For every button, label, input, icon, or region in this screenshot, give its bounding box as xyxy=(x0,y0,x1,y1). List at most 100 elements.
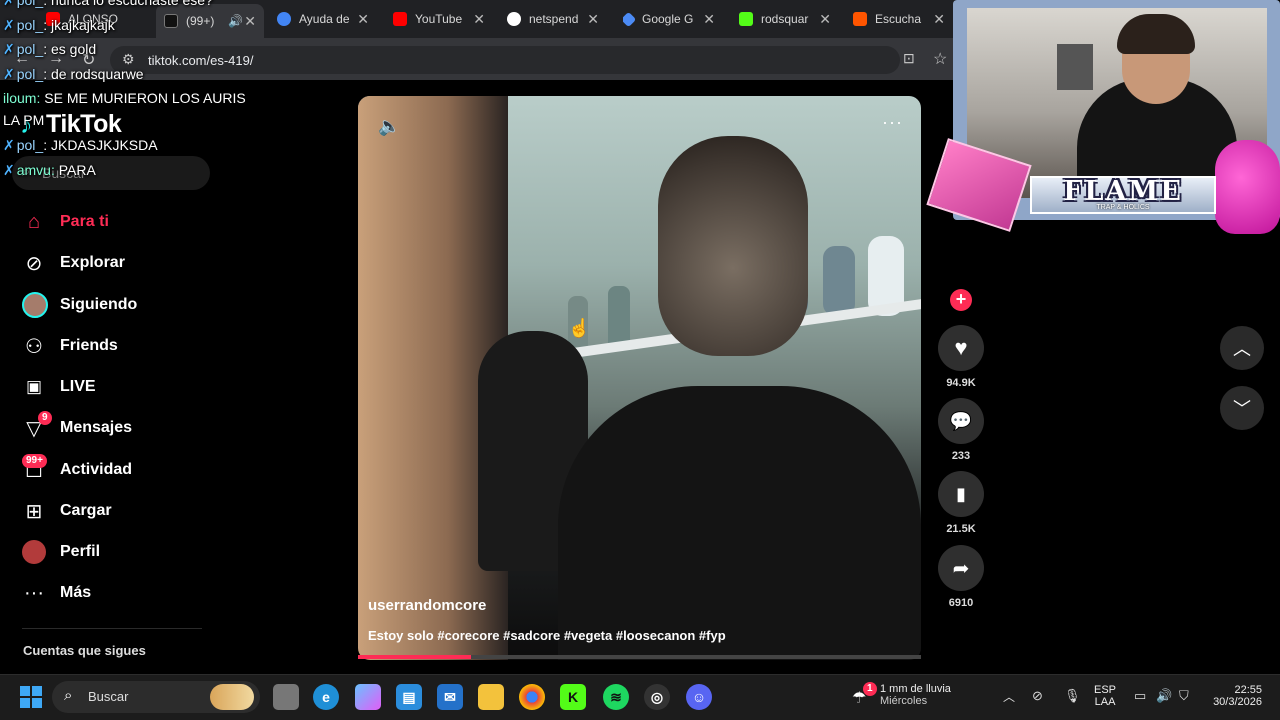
nav-live[interactable]: ▣ LIVE xyxy=(0,370,240,404)
edge-icon[interactable]: e xyxy=(313,684,339,710)
file-explorer-icon[interactable] xyxy=(478,684,504,710)
poster-image xyxy=(1057,44,1093,90)
obs-icon[interactable]: ◎ xyxy=(644,684,670,710)
chat-line: ✗ pol_: es gold xyxy=(3,41,97,57)
task-view-icon[interactable] xyxy=(273,684,299,710)
tab-youtube[interactable]: YouTube ✕ xyxy=(393,6,485,32)
bookmark-icon: ▮ xyxy=(956,483,966,504)
nav-actividad[interactable]: ☐ 99+ Actividad xyxy=(0,453,240,487)
bookmark-star-icon[interactable]: ☆ xyxy=(933,49,947,69)
close-tab-icon[interactable]: ✕ xyxy=(244,13,256,30)
copilot-icon[interactable] xyxy=(355,684,381,710)
chat-line: ✗ pol_: jkajkajkajk xyxy=(3,17,115,33)
verified-check-icon: ✗ xyxy=(3,41,15,57)
verified-check-icon: ✗ xyxy=(3,66,15,82)
nav-mensajes[interactable]: ▽ 9 Mensajes xyxy=(0,411,240,445)
close-tab-icon[interactable]: ✕ xyxy=(703,11,715,28)
previous-video-button[interactable]: ︿ xyxy=(1220,326,1264,370)
nav-para-ti[interactable]: ⌂ Para ti xyxy=(0,205,240,239)
home-icon: ⌂ xyxy=(27,210,41,233)
comment-icon: 💬 xyxy=(949,410,973,431)
messages-badge: 9 xyxy=(38,411,52,425)
soundcloud-favicon-icon xyxy=(853,12,867,26)
verified-check-icon: ✗ xyxy=(3,0,15,8)
next-video-button[interactable]: ﹀ xyxy=(1220,386,1264,430)
video-progress-fill xyxy=(358,655,471,659)
following-heading: Cuentas que sigues xyxy=(23,643,146,658)
activity-badge: 99+ xyxy=(22,454,47,468)
flame-banner: FLAME TRAP & HOLICS xyxy=(1030,176,1216,214)
battery-icon[interactable]: ⛉ xyxy=(1179,688,1189,704)
volume-icon[interactable]: 🔈 xyxy=(378,116,400,137)
chrome-icon[interactable] xyxy=(519,684,545,710)
video-progress-bar[interactable] xyxy=(358,655,921,659)
comment-button[interactable]: 💬 xyxy=(938,398,984,444)
heart-icon: ♥ xyxy=(954,335,968,360)
share-button[interactable]: ➦ xyxy=(938,545,984,591)
close-tab-icon[interactable]: ✕ xyxy=(587,11,599,28)
save-button[interactable]: ▮ xyxy=(938,471,984,517)
screen: ALONSO (99+) 🔊 ✕ Ayuda de ✕ YouTube ✕ ne… xyxy=(0,0,1280,720)
nav-mas[interactable]: ··· Más xyxy=(0,576,240,610)
chevron-down-icon: ﹀ xyxy=(1233,399,1251,419)
language-indicator[interactable]: ESP LAA xyxy=(1094,684,1116,708)
windows-start-icon[interactable] xyxy=(20,686,42,708)
follow-plus-button[interactable]: + xyxy=(950,289,972,311)
weather-text[interactable]: 1 mm de lluvia Miércoles xyxy=(880,683,951,707)
verified-check-icon: ✗ xyxy=(3,137,15,153)
close-tab-icon[interactable]: ✕ xyxy=(473,11,485,28)
discord-icon[interactable]: ☺ xyxy=(686,684,712,710)
comment-count: 233 xyxy=(951,450,971,462)
live-icon: ▣ xyxy=(25,377,43,396)
video-author[interactable]: userrandomcore xyxy=(368,597,486,614)
tab-escucha[interactable]: Escucha ✕ xyxy=(853,6,945,32)
tab-google-g[interactable]: Google G ✕ xyxy=(623,6,715,32)
tab-rodsquar[interactable]: rodsquar ✕ xyxy=(739,6,831,32)
close-tab-icon[interactable]: ✕ xyxy=(357,11,369,28)
network-icon[interactable]: ▭ xyxy=(1134,688,1146,704)
outlook-icon[interactable]: ✉ xyxy=(437,684,463,710)
nav-friends[interactable]: ⚇ Friends xyxy=(0,329,240,363)
compass-icon: ⊘ xyxy=(25,252,43,275)
kick-icon[interactable]: K xyxy=(560,684,586,710)
volume-tray-icon[interactable]: 🔊 xyxy=(1156,688,1172,704)
video-scene-face xyxy=(658,136,808,356)
nav-perfil[interactable]: Perfil xyxy=(0,535,240,569)
video-player[interactable]: ☝ xyxy=(358,96,921,660)
nav-cargar[interactable]: ⊞ Cargar xyxy=(0,494,240,528)
chat-line: iloum: SE ME MURIERON LOS AURIS xyxy=(3,90,246,106)
tab-netspend[interactable]: netspend ✕ xyxy=(507,6,599,32)
nav-explorar[interactable]: ⊘ Explorar xyxy=(0,246,240,280)
spotify-icon[interactable]: ≋ xyxy=(603,684,629,710)
tab-tiktok[interactable]: (99+) 🔊 ✕ xyxy=(156,4,264,38)
microphone-icon[interactable]: 🎙 xyxy=(1064,688,1081,704)
chat-line: ✗ pol_: de rodsquarwe xyxy=(3,66,144,82)
google-favicon-icon xyxy=(277,12,291,26)
taskbar-search[interactable]: ⌕ Buscar xyxy=(52,681,260,713)
hidden-icons-icon[interactable]: ⊘ xyxy=(1032,688,1043,704)
chat-line: ✗ pol_: JKDASJKJKSDA xyxy=(3,137,158,153)
store-icon[interactable]: ▤ xyxy=(396,684,422,710)
more-options-icon[interactable]: ··· xyxy=(882,112,903,133)
search-icon: ⌕ xyxy=(64,687,73,704)
youtube-favicon-icon xyxy=(393,12,407,26)
address-bar[interactable]: ⚙ tiktok.com/es-419/ xyxy=(110,46,900,74)
close-tab-icon[interactable]: ✕ xyxy=(819,11,831,28)
more-icon: ··· xyxy=(24,581,44,604)
tab-ayuda[interactable]: Ayuda de ✕ xyxy=(277,6,369,32)
pink-buddha-sticker xyxy=(1215,140,1280,234)
mouse-cursor-icon: ☝ xyxy=(568,318,591,338)
speaker-icon[interactable]: 🔊 xyxy=(228,14,243,28)
tiktok-favicon-icon xyxy=(164,14,178,28)
like-button[interactable]: ♥ xyxy=(938,325,984,371)
clock[interactable]: 22:55 30/3/2026 xyxy=(1206,684,1262,708)
install-app-icon[interactable]: ⊡ xyxy=(903,50,915,67)
video-description[interactable]: Estoy solo #corecore #sadcore #vegeta #l… xyxy=(368,628,726,643)
chevron-up-icon[interactable]: ︿ xyxy=(1003,688,1015,705)
verified-check-icon: ✗ xyxy=(3,17,15,33)
close-tab-icon[interactable]: ✕ xyxy=(933,11,945,28)
nav-siguiendo[interactable]: Siguiendo xyxy=(0,288,240,322)
chat-line: ✗ amvu: PARA xyxy=(3,162,96,178)
profile-avatar-icon xyxy=(22,540,46,564)
sidebar-divider xyxy=(22,628,202,629)
